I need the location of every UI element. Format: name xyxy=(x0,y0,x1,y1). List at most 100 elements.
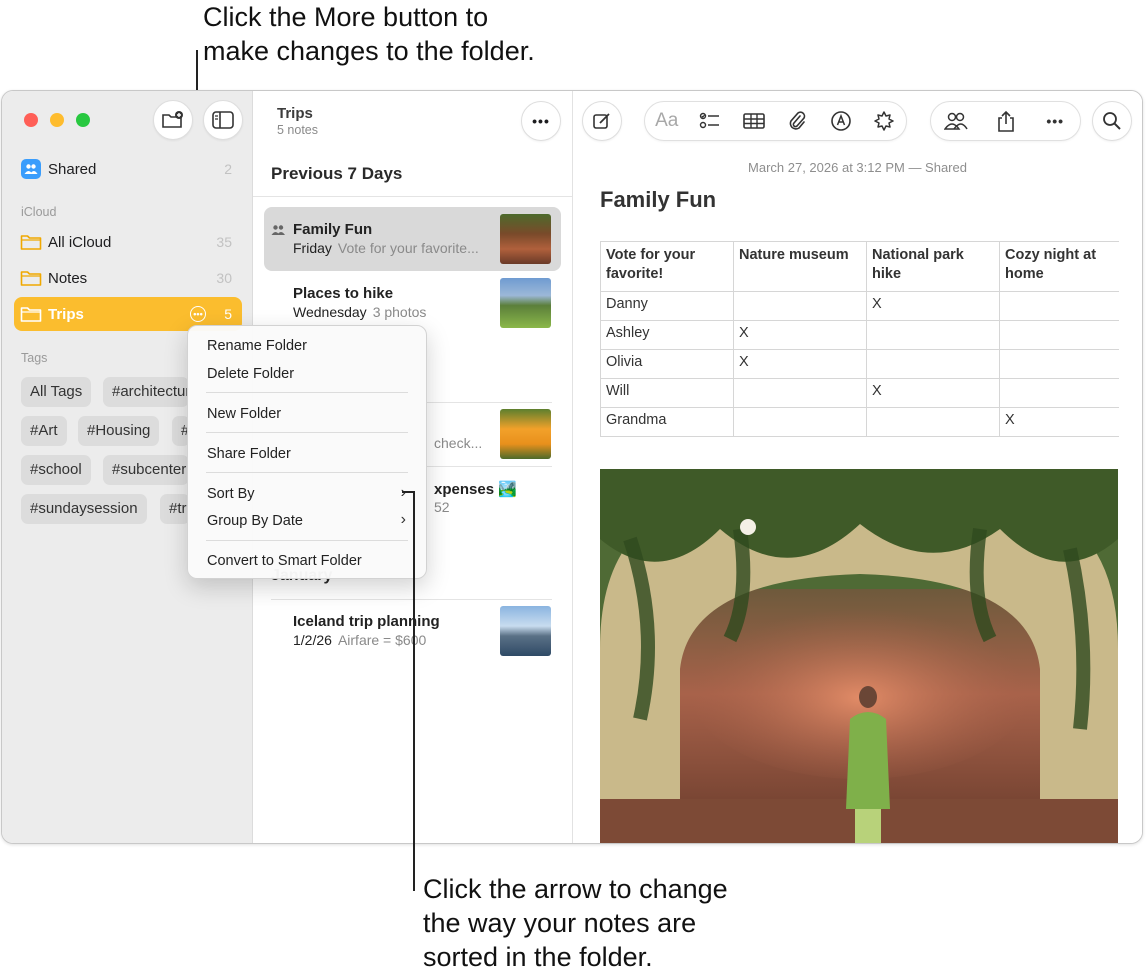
tag-school[interactable]: #school xyxy=(21,455,91,485)
sidebar-item-all-icloud[interactable]: All iCloud 35 xyxy=(14,225,242,259)
note-preview: 52 xyxy=(434,499,450,515)
table-cell[interactable] xyxy=(733,378,867,408)
note-editor: Aa ••• March 27, 2026 at 3:12 PM — Share… xyxy=(573,91,1142,843)
table-row: Olivia X xyxy=(600,349,1119,379)
folder-context-menu: Rename Folder Delete Folder New Folder S… xyxy=(187,325,427,579)
table-cell[interactable] xyxy=(733,407,867,437)
table-cell[interactable]: Danny xyxy=(600,291,734,321)
sidebar-item-label: Shared xyxy=(48,160,97,178)
table-cell[interactable]: X xyxy=(866,378,1000,408)
tag-all[interactable]: All Tags xyxy=(21,377,92,407)
shared-note-icon xyxy=(271,225,285,235)
apple-intelligence-button[interactable] xyxy=(863,101,907,141)
zoom-window-button[interactable] xyxy=(76,113,90,127)
vote-table[interactable]: Vote for your favorite! Nature museum Na… xyxy=(600,241,1119,437)
callout-sort-arrow: Click the arrow to change the way your n… xyxy=(423,872,843,974)
note-title: Places to hike xyxy=(293,285,394,302)
sparkle-icon xyxy=(874,111,894,131)
sidebar-item-label: Trips xyxy=(48,305,84,323)
checklist-button[interactable] xyxy=(689,101,733,141)
table-cell[interactable]: X xyxy=(999,407,1119,437)
tag-art[interactable]: #Art xyxy=(21,416,67,446)
editor-more-button[interactable]: ••• xyxy=(1030,101,1080,141)
menu-separator xyxy=(206,472,408,473)
table-cell[interactable] xyxy=(866,407,1000,437)
menu-item-convert-to-smart-folder[interactable]: Convert to Smart Folder xyxy=(207,553,362,569)
sidebar-item-shared[interactable]: Shared 2 xyxy=(14,152,242,186)
folder-more-button[interactable]: ••• xyxy=(190,306,206,322)
format-toolbar: Aa xyxy=(644,101,907,141)
sort-by-chevron-icon[interactable]: › xyxy=(401,484,406,502)
note-list-more-button[interactable]: ••• xyxy=(521,101,561,141)
table-cell[interactable] xyxy=(999,349,1119,379)
menu-separator xyxy=(206,432,408,433)
table-header-cell[interactable]: Nature museum xyxy=(733,241,867,292)
minimize-window-button[interactable] xyxy=(50,113,64,127)
search-button[interactable] xyxy=(1092,101,1132,141)
table-header-cell[interactable]: National park hike xyxy=(866,241,1000,292)
share-icon xyxy=(997,110,1014,132)
note-date: 1/2/26 xyxy=(293,632,332,648)
menu-item-rename-folder[interactable]: Rename Folder xyxy=(207,338,307,354)
menu-item-delete-folder[interactable]: Delete Folder xyxy=(207,366,294,382)
share-button[interactable] xyxy=(981,101,1031,141)
note-count: 5 notes xyxy=(277,123,319,137)
attachment-button[interactable] xyxy=(776,101,820,141)
menu-item-share-folder[interactable]: Share Folder xyxy=(207,446,291,462)
callout-leader-bottom xyxy=(413,491,415,891)
table-cell[interactable]: X xyxy=(733,320,867,350)
toggle-sidebar-button[interactable] xyxy=(203,100,243,140)
table-header-cell[interactable]: Cozy night at home xyxy=(999,241,1119,292)
tag-architecture[interactable]: #architecture xyxy=(103,377,189,407)
note-title: Iceland trip planning xyxy=(293,613,440,630)
markup-icon xyxy=(830,111,851,131)
compose-button[interactable] xyxy=(582,101,622,141)
tag-subcenter[interactable]: #subcenter xyxy=(103,455,189,485)
table-icon xyxy=(742,113,765,129)
note-row-family-fun[interactable]: Family Fun Friday Vote for your favorite.… xyxy=(264,207,561,271)
table-row: Ashley X xyxy=(600,320,1119,350)
note-thumbnail xyxy=(500,606,551,656)
section-header-tags: Tags xyxy=(21,351,48,365)
table-cell[interactable]: Olivia xyxy=(600,349,734,379)
table-cell[interactable] xyxy=(999,320,1119,350)
tag-housing[interactable]: #Housing xyxy=(78,416,160,446)
table-cell[interactable] xyxy=(999,378,1119,408)
callout-line: Click the arrow to change xyxy=(423,874,728,904)
note-meta: 1/2/26 Airfare = $600 xyxy=(293,632,493,648)
note-meta: Friday Vote for your favorite... xyxy=(293,240,493,256)
table-header-cell[interactable]: Vote for your favorite! xyxy=(600,241,734,292)
table-cell[interactable] xyxy=(999,291,1119,321)
note-photo[interactable] xyxy=(600,469,1118,843)
table-cell[interactable] xyxy=(866,349,1000,379)
table-cell[interactable]: Grandma xyxy=(600,407,734,437)
table-cell[interactable] xyxy=(733,291,867,321)
format-text-button[interactable]: Aa xyxy=(645,101,689,141)
close-window-button[interactable] xyxy=(24,113,38,127)
table-cell[interactable] xyxy=(866,320,1000,350)
note-date: Wednesday xyxy=(293,304,367,320)
table-cell[interactable]: Ashley xyxy=(600,320,734,350)
callout-leader-bottom-tick xyxy=(402,491,414,493)
tag-sundaysession[interactable]: #sundaysession xyxy=(21,494,147,524)
format-text-icon: Aa xyxy=(655,110,679,131)
collaborate-button[interactable] xyxy=(931,101,981,141)
sidebar-item-notes[interactable]: Notes 30 xyxy=(14,261,242,295)
sidebar-icon xyxy=(212,111,234,129)
note-title: xpenses 🏞️ xyxy=(434,481,517,498)
table-cell[interactable]: X xyxy=(866,291,1000,321)
table-row: Will X xyxy=(600,378,1119,408)
menu-item-new-folder[interactable]: New Folder xyxy=(207,406,281,422)
new-folder-button[interactable] xyxy=(153,100,193,140)
markup-button[interactable] xyxy=(819,101,863,141)
callout-line: the way your notes are xyxy=(423,908,697,938)
sidebar-item-label: All iCloud xyxy=(48,233,112,251)
table-cell[interactable]: Will xyxy=(600,378,734,408)
group-by-date-chevron-icon[interactable]: › xyxy=(401,511,406,529)
menu-item-sort-by[interactable]: Sort By xyxy=(207,486,255,502)
table-cell[interactable]: X xyxy=(733,349,867,379)
table-row: Danny X xyxy=(600,291,1119,321)
table-button[interactable] xyxy=(732,101,776,141)
tag-tr[interactable]: #tr xyxy=(160,494,190,524)
menu-item-group-by-date[interactable]: Group By Date xyxy=(207,513,303,529)
